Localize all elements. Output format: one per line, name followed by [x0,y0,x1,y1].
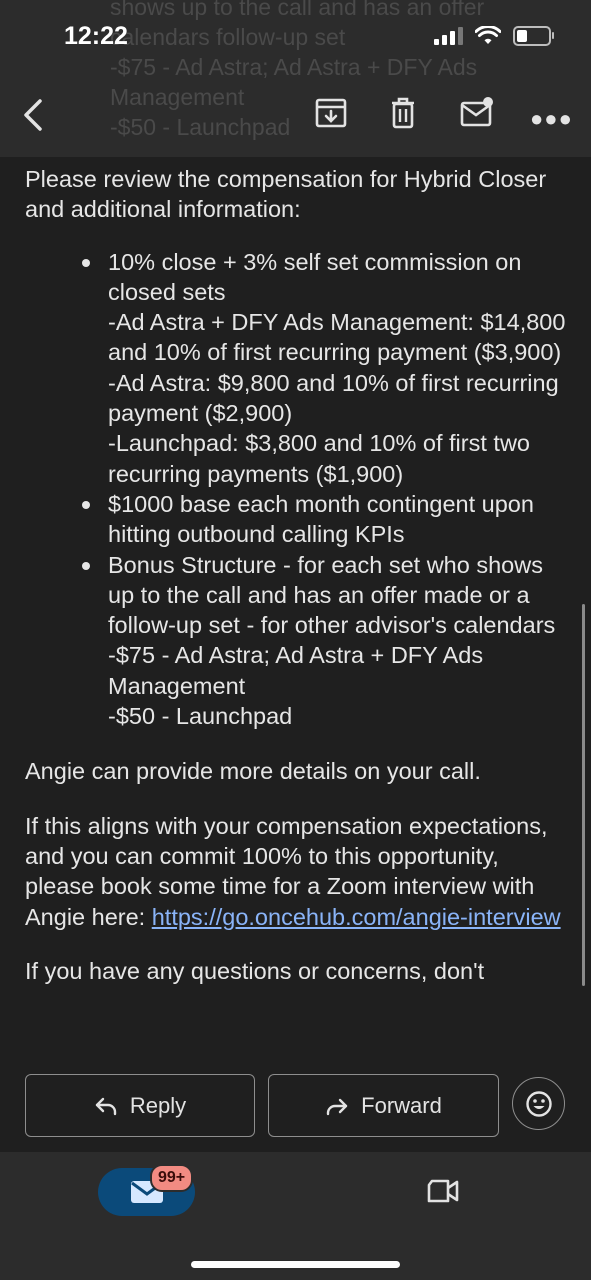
scrollbar[interactable] [582,604,585,986]
top-app-bar: shows up to the call and has an offer ca… [0,0,591,157]
email-body: Please review the compensation for Hybri… [25,157,570,1057]
archive-icon[interactable] [314,96,348,130]
ghost-line: shows up to the call and has an offer [110,0,485,20]
more-icon[interactable]: ●●● [530,106,573,132]
list-item: Bonus Structure - for each set who shows… [82,550,570,732]
cutoff-paragraph: If you have any questions or concerns, d… [25,957,485,984]
mark-unread-icon[interactable] [459,96,495,130]
list-item: 10% close + 3% self set commission on cl… [82,247,570,489]
status-time: 12:22 [64,22,128,50]
status-icons [434,26,554,46]
reply-icon [95,1097,117,1115]
wifi-icon [475,26,501,44]
booking-link[interactable]: https://go.oncehub.com/angie-interview [152,904,561,930]
emoji-icon [525,1090,552,1117]
back-arrow-icon[interactable] [20,98,48,132]
meet-icon[interactable] [426,1177,460,1205]
intro-text: Please review the compensation for Hybri… [25,166,547,223]
list-item: $1000 base each month contingent upon hi… [82,489,570,550]
trash-icon[interactable] [388,96,418,130]
battery-icon [513,26,554,46]
forward-icon [326,1098,348,1115]
compensation-list: 10% close + 3% self set commission on cl… [25,247,570,732]
unread-badge: 99+ [150,1164,194,1192]
details-paragraph: Angie can provide more details on your c… [25,758,481,785]
signal-icon [434,27,463,45]
forward-button[interactable]: Forward [268,1074,499,1137]
bottom-navigation: 99+ [0,1152,591,1280]
ghost-line: -$75 - Ad Astra; Ad Astra + DFY Ads [110,54,478,80]
reply-button[interactable]: Reply [25,1074,255,1137]
reply-label: Reply [129,1092,187,1118]
home-indicator[interactable] [191,1261,400,1268]
emoji-reaction-button[interactable] [512,1077,565,1130]
action-bar: Reply Forward [0,1062,591,1152]
booking-paragraph: If this aligns with your compensation ex… [25,812,561,930]
forward-label: Forward [361,1092,442,1118]
